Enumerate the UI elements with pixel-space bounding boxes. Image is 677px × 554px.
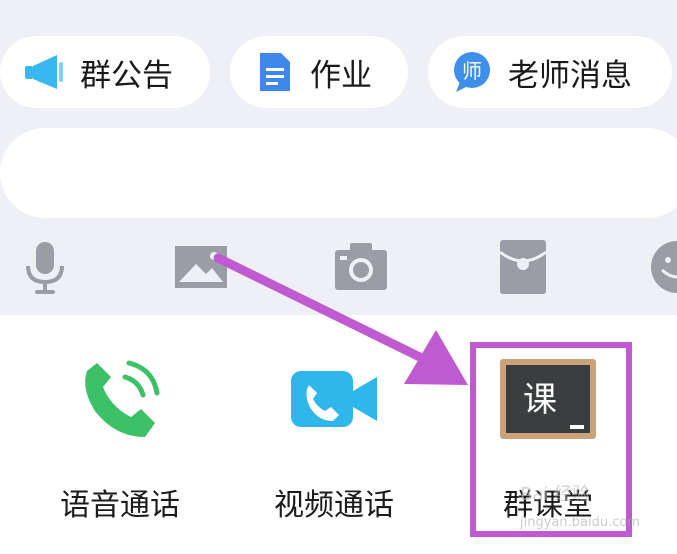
red-packet-icon[interactable]: [494, 238, 552, 296]
camera-icon[interactable]: [332, 238, 390, 296]
document-icon: [252, 50, 296, 94]
chip-homework[interactable]: 作业: [230, 36, 408, 108]
chip-group-announcement[interactable]: 群公告: [0, 36, 210, 108]
chip-teacher-message[interactable]: 师 老师消息: [428, 36, 672, 108]
watermark: Bai 经验: [520, 484, 591, 505]
watermark-url: jingyan.baidu.com: [520, 515, 640, 530]
message-input[interactable]: [0, 128, 677, 218]
teacher-badge-char: 师: [462, 59, 482, 83]
megaphone-icon: [22, 50, 66, 94]
app-video-call[interactable]: 视频通话: [264, 355, 404, 523]
app-label: 语音通话: [60, 488, 180, 523]
highlight-box: [470, 342, 632, 537]
app-label: 视频通话: [274, 488, 394, 523]
app-voice-call[interactable]: 语音通话: [50, 355, 190, 523]
teacher-message-icon: 师: [450, 50, 494, 94]
chip-label: 作业: [310, 57, 372, 94]
video-call-icon: [289, 355, 379, 445]
chip-label: 群公告: [80, 57, 173, 94]
microphone-icon[interactable]: [16, 238, 74, 296]
phone-call-icon: [75, 355, 165, 445]
chip-label: 老师消息: [508, 57, 632, 94]
emoji-icon[interactable]: [648, 238, 677, 296]
image-icon[interactable]: [172, 238, 230, 296]
